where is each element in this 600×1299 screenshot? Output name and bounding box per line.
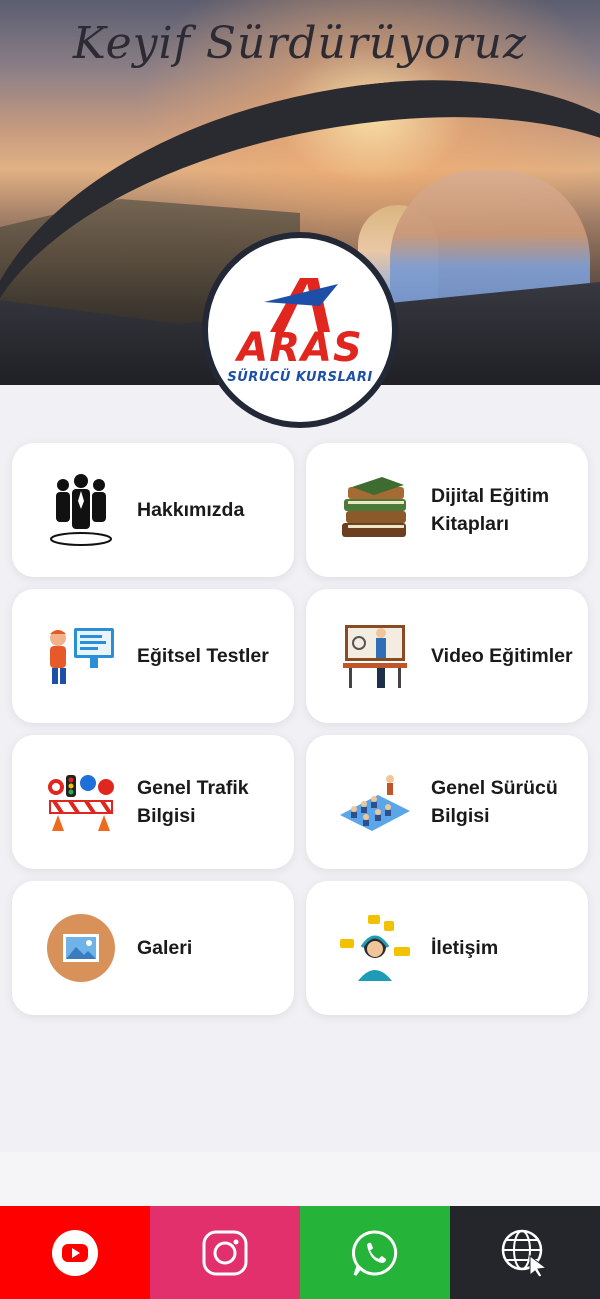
menu-label-tests: Eğitsel Testler — [137, 645, 269, 667]
social-bottom-bar — [0, 1206, 600, 1299]
teacher-board-icon — [338, 619, 412, 693]
logo-mark-icon — [264, 277, 338, 332]
instagram-icon — [202, 1230, 248, 1275]
brand-logo: ARAS SÜRÜCÜ KURSLARI — [202, 232, 398, 428]
menu-label-driver-info: Genel Sürücü Bilgisi — [431, 777, 558, 827]
menu-card-traffic[interactable]: Genel Trafik Bilgisi — [12, 735, 294, 869]
menu-card-driver-info[interactable]: Genel Sürücü Bilgisi — [306, 735, 588, 869]
support-agent-icon — [338, 911, 412, 985]
traffic-signs-icon — [44, 765, 118, 839]
gallery-icon — [44, 911, 118, 985]
website-button[interactable] — [450, 1206, 600, 1299]
menu-card-digital-books[interactable]: Dijital Eğitim Kitapları — [306, 443, 588, 577]
whatsapp-icon — [351, 1229, 398, 1276]
bottom-spacer — [0, 1152, 600, 1206]
menu-label-traffic: Genel Trafik Bilgisi — [137, 777, 249, 827]
youtube-button[interactable] — [0, 1206, 150, 1299]
whatsapp-button[interactable] — [300, 1206, 450, 1299]
instagram-button[interactable] — [150, 1206, 300, 1299]
menu-card-contact[interactable]: İletişim — [306, 881, 588, 1015]
classroom-icon — [338, 765, 412, 839]
menu-card-tests[interactable]: Eğitsel Testler — [12, 589, 294, 723]
menu-card-about[interactable]: Hakkımızda — [12, 443, 294, 577]
menu-label-digital-books: Dijital Eğitim Kitapları — [431, 485, 550, 535]
team-icon — [44, 473, 118, 547]
menu-label-contact: İletişim — [431, 937, 499, 959]
computer-test-icon — [44, 619, 118, 693]
menu-card-video[interactable]: Video Eğitimler — [306, 589, 588, 723]
menu-card-gallery[interactable]: Galeri — [12, 881, 294, 1015]
youtube-icon — [52, 1229, 98, 1276]
books-icon — [338, 473, 412, 547]
menu-label-gallery: Galeri — [137, 937, 193, 959]
menu-label-video: Video Eğitimler — [431, 645, 573, 667]
logo-brand-text: ARAS — [237, 324, 363, 371]
logo-subtitle: SÜRÜCÜ KURSLARI — [227, 369, 373, 385]
menu-label-about: Hakkımızda — [137, 499, 245, 521]
globe-icon — [501, 1229, 548, 1278]
hero-slogan: Keyif Sürdürüyoruz — [72, 18, 528, 69]
